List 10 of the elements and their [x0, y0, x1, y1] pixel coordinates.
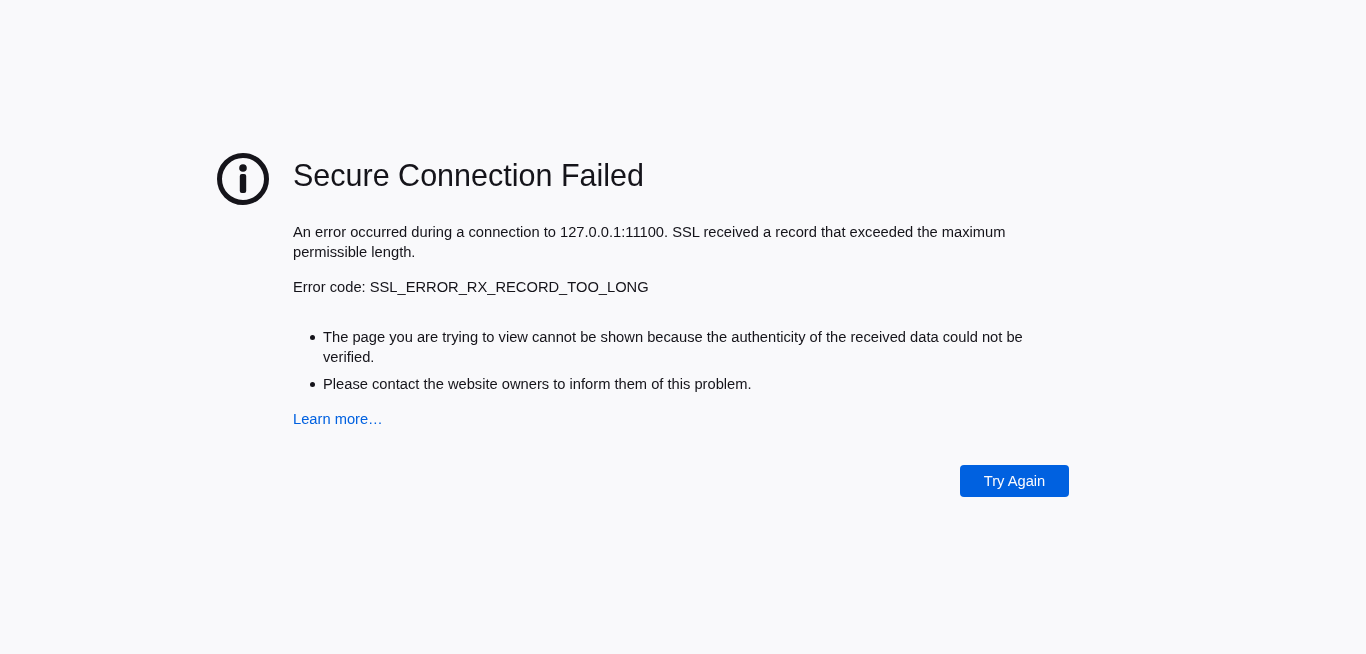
learn-more-link[interactable]: Learn more… [293, 409, 383, 429]
advice-text: The page you are trying to view cannot be shown because the authenticity of the received data could not be verified. [323, 328, 1024, 367]
error-code-text: Error code: SSL_ERROR_RX_RECORD_TOO_LONG [293, 278, 649, 297]
try-again-button[interactable]: Try Again [960, 465, 1069, 497]
error-title: Secure Connection Failed [293, 157, 644, 194]
advice-text: Please contact the website owners to inform them of this problem. [323, 375, 752, 394]
bullet-icon [310, 335, 315, 340]
bullet-icon [310, 382, 315, 387]
error-description: An error occurred during a connection to 127.0.0.1:11100. SSL received a record that exceeded the maximum permissible length. [293, 223, 1007, 262]
info-icon [217, 153, 269, 205]
